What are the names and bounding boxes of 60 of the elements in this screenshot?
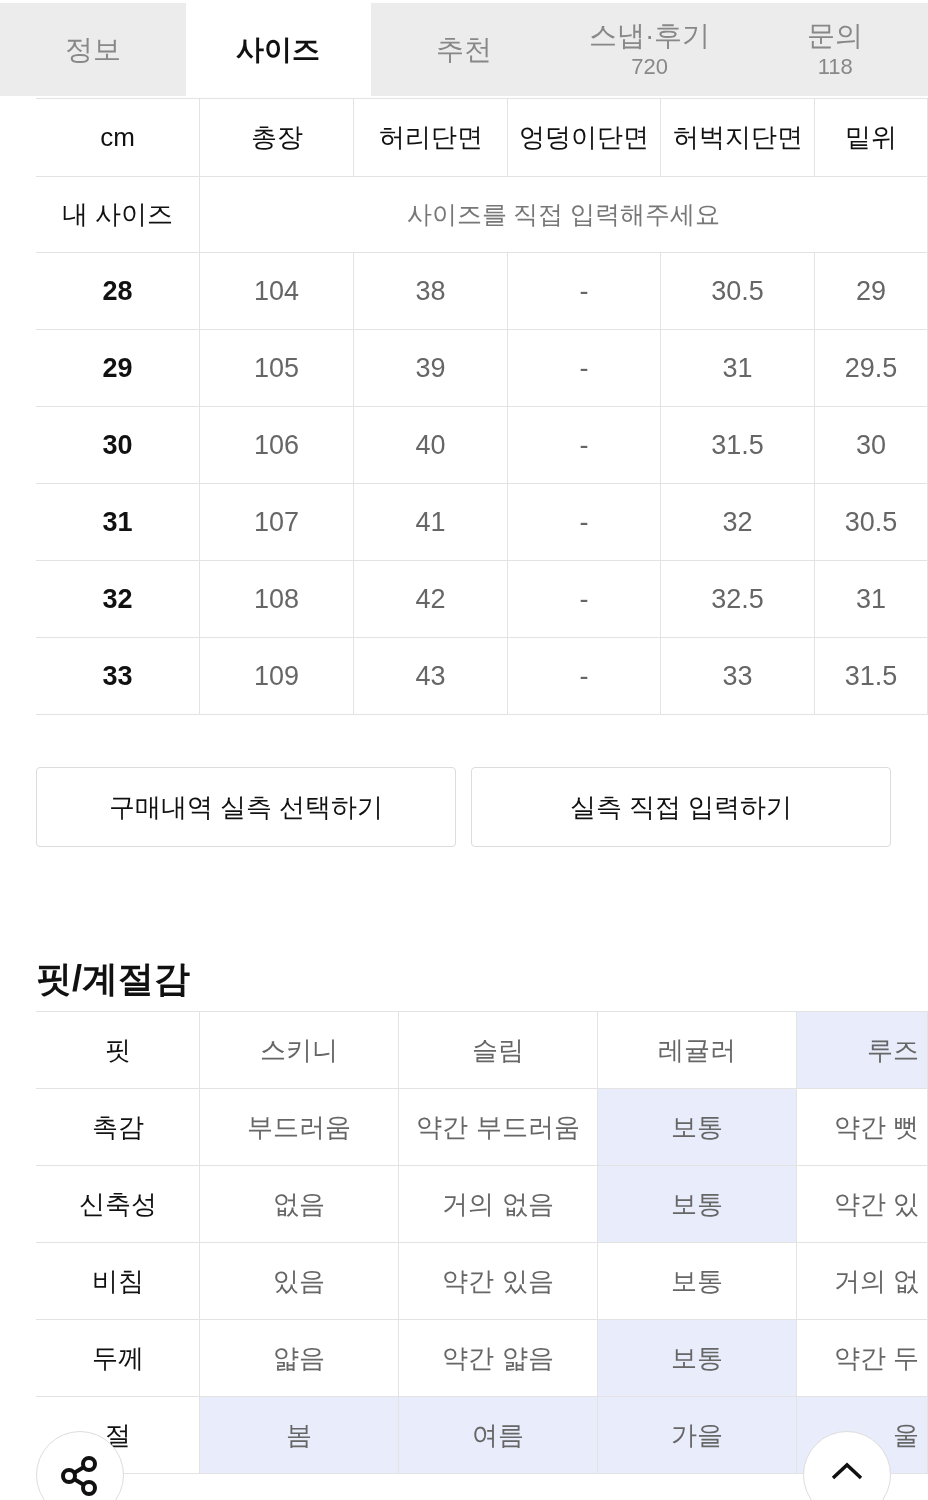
table-cell: 29 — [815, 253, 928, 329]
option-cell: 봄 — [200, 1397, 399, 1473]
row-label: 28 — [36, 253, 200, 329]
table-cell: - — [508, 253, 661, 329]
table-cell: 38 — [354, 253, 508, 329]
column-header: cm — [36, 99, 200, 176]
chevron-up-icon — [831, 1462, 863, 1480]
option-cell: 루즈 — [797, 1012, 928, 1088]
table-cell: 39 — [354, 330, 508, 406]
table-cell: 41 — [354, 484, 508, 560]
option-cell: 보통 — [598, 1320, 797, 1396]
table-cell: 106 — [200, 407, 354, 483]
table-cell: - — [508, 330, 661, 406]
column-header: 총장 — [200, 99, 354, 176]
table-cell: 40 — [354, 407, 508, 483]
section-title: 핏/계절감 — [36, 957, 190, 1001]
table-cell: 29.5 — [815, 330, 928, 406]
tab[interactable]: 정보 — [0, 3, 186, 96]
tab[interactable]: 문의 118 — [742, 3, 928, 96]
tab[interactable]: 추천 — [371, 3, 557, 96]
table-cell: 105 — [200, 330, 354, 406]
row-label: 32 — [36, 561, 200, 637]
table-cell: 107 — [200, 484, 354, 560]
table-cell: 31.5 — [815, 638, 928, 714]
table-cell: 30 — [815, 407, 928, 483]
row-label: 내 사이즈 — [36, 177, 200, 252]
table-cell: 30.5 — [815, 484, 928, 560]
table-cell: - — [508, 484, 661, 560]
table-cell: 30.5 — [661, 253, 815, 329]
row-label: 30 — [36, 407, 200, 483]
column-header: 밑위 — [815, 99, 928, 176]
table-cell: 42 — [354, 561, 508, 637]
table-cell: 108 — [200, 561, 354, 637]
option-cell: 보통 — [598, 1089, 797, 1165]
tab[interactable]: 스냅·후기 720 — [556, 3, 743, 96]
table-cell: - — [508, 638, 661, 714]
tab[interactable]: 사이즈 — [185, 3, 372, 96]
table-cell: 33 — [661, 638, 815, 714]
table-cell: 31 — [661, 330, 815, 406]
table-cell: - — [508, 561, 661, 637]
column-header: 허벅지단면 — [661, 99, 815, 176]
row-label: 29 — [36, 330, 200, 406]
row-label: 33 — [36, 638, 200, 714]
column-header: 엉덩이단면 — [508, 99, 661, 176]
option-cell: 보통 — [598, 1166, 797, 1242]
size-input-prompt[interactable]: 사이즈를 직접 입력해주세요 — [200, 177, 928, 252]
action-button[interactable]: 구매내역 실측 선택하기 — [36, 767, 456, 847]
option-cell: 여름 — [399, 1397, 598, 1473]
table-cell: 31.5 — [661, 407, 815, 483]
table-cell: 32.5 — [661, 561, 815, 637]
table-cell: 43 — [354, 638, 508, 714]
option-cell: 가을 — [598, 1397, 797, 1473]
table-cell: 32 — [661, 484, 815, 560]
column-header: 허리단면 — [354, 99, 508, 176]
table-cell: 104 — [200, 253, 354, 329]
action-button[interactable]: 실측 직접 입력하기 — [471, 767, 891, 847]
table-cell: 31 — [815, 561, 928, 637]
table-cell: 109 — [200, 638, 354, 714]
row-label: 31 — [36, 484, 200, 560]
table-cell: - — [508, 407, 661, 483]
